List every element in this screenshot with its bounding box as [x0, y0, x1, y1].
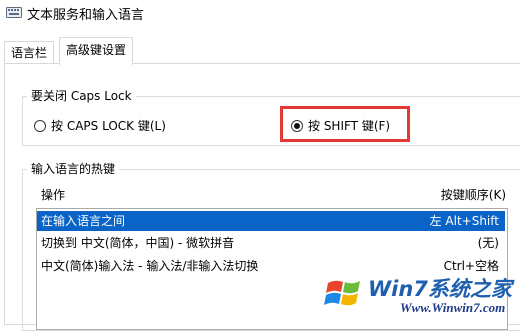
watermark-brand: Win7系统之家: [368, 277, 512, 301]
hotkey-row[interactable]: 切换到 中文(简体，中国) - 微软拼音 (无): [37, 233, 505, 253]
hotkey-action: 中文(简体)输入法 - 输入法/非输入法切换: [41, 259, 259, 273]
column-header-action: 操作: [41, 188, 66, 202]
watermark-url: Www.Winwin7.com: [400, 300, 506, 315]
keyboard-icon: [6, 7, 22, 18]
column-header-key-order: 按键顺序(K): [440, 188, 506, 202]
hotkeys-group-title: 输入语言的热键: [27, 160, 120, 177]
radio-label-caps-lock: 按 CAPS LOCK 键(L): [51, 119, 166, 133]
title-bar: 文本服务和输入语言: [0, 0, 520, 28]
caps-lock-group-title: 要关闭 Caps Lock: [27, 87, 136, 104]
hotkey-action: 在输入语言之间: [41, 214, 126, 228]
windows-logo-icon: [324, 280, 360, 306]
tab-advanced-key-settings[interactable]: 高级键设置: [59, 37, 134, 65]
hotkey-row[interactable]: 在输入语言之间 左 Alt+Shift: [37, 211, 505, 231]
tab-language-bar[interactable]: 语言栏: [4, 41, 55, 64]
red-highlight-box: [280, 106, 410, 142]
window-title: 文本服务和输入语言: [27, 8, 145, 23]
radio-circle-unchecked[interactable]: [34, 119, 46, 132]
hotkey-keys: 左 Alt+Shift: [429, 214, 499, 228]
hotkey-action: 切换到 中文(简体，中国) - 微软拼音: [41, 236, 235, 250]
hotkey-keys: (无): [477, 236, 499, 250]
watermark: Win7系统之家 Www.Winwin7.com: [320, 263, 520, 320]
radio-caps-lock-key[interactable]: 按 CAPS LOCK 键(L): [34, 117, 166, 134]
